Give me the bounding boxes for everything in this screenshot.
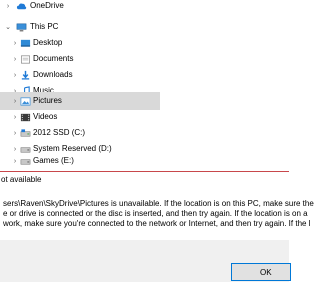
cloud-icon — [16, 3, 27, 10]
chevron-right-icon[interactable]: › — [11, 55, 19, 63]
error-dialog: ot available sers\Raven\SkyDrive\Picture… — [0, 171, 314, 282]
chevron-right-icon[interactable]: › — [11, 39, 19, 47]
dialog-message-line: sers\Raven\SkyDrive\Pictures is unavaila… — [3, 199, 314, 208]
chevron-right-icon[interactable]: › — [11, 113, 19, 121]
videos-folder-icon — [20, 113, 31, 122]
downloads-folder-icon — [21, 70, 30, 80]
dialog-message-line: work, make sure you're connected to the … — [3, 219, 311, 228]
nav-item-drive-e[interactable]: › Games (E:) — [0, 152, 160, 170]
nav-item-onedrive[interactable]: › OneDrive — [0, 0, 160, 15]
dialog-message-area: sers\Raven\SkyDrive\Pictures is unavaila… — [0, 190, 314, 240]
ok-button[interactable]: OK — [231, 263, 291, 281]
documents-folder-icon — [21, 55, 30, 64]
computer-icon — [16, 23, 27, 32]
nav-item-label: Documents — [33, 54, 74, 63]
chevron-right-icon[interactable]: › — [11, 129, 19, 137]
desktop-folder-icon — [20, 39, 31, 47]
drive-e-icon — [20, 159, 31, 165]
chevron-right-icon[interactable]: › — [4, 2, 12, 10]
drive-c-icon — [20, 129, 31, 137]
ok-button-label: OK — [260, 267, 272, 277]
nav-item-label: Games (E:) — [33, 156, 74, 165]
nav-item-label: 2012 SSD (C:) — [33, 128, 86, 137]
nav-item-label: Pictures — [33, 96, 62, 105]
nav-item-label: OneDrive — [30, 1, 64, 10]
dialog-title-bar: ot available — [0, 172, 289, 190]
chevron-right-icon[interactable]: › — [11, 97, 19, 105]
chevron-right-icon[interactable]: › — [11, 157, 19, 165]
dialog-title: ot available — [1, 175, 42, 184]
nav-item-label: Downloads — [33, 70, 73, 79]
chevron-right-icon[interactable]: › — [11, 71, 19, 79]
nav-item-label: Desktop — [33, 38, 63, 47]
dialog-message-line: e or drive is connected or the disc is i… — [3, 209, 308, 218]
pictures-folder-icon — [20, 97, 31, 106]
chevron-down-icon[interactable]: ⌄ — [4, 23, 12, 31]
nav-item-label: Videos — [33, 112, 58, 121]
navigation-pane: › OneDrive ⌄ This PC › Desktop › Documen… — [0, 0, 280, 180]
nav-item-label: This PC — [30, 22, 59, 31]
